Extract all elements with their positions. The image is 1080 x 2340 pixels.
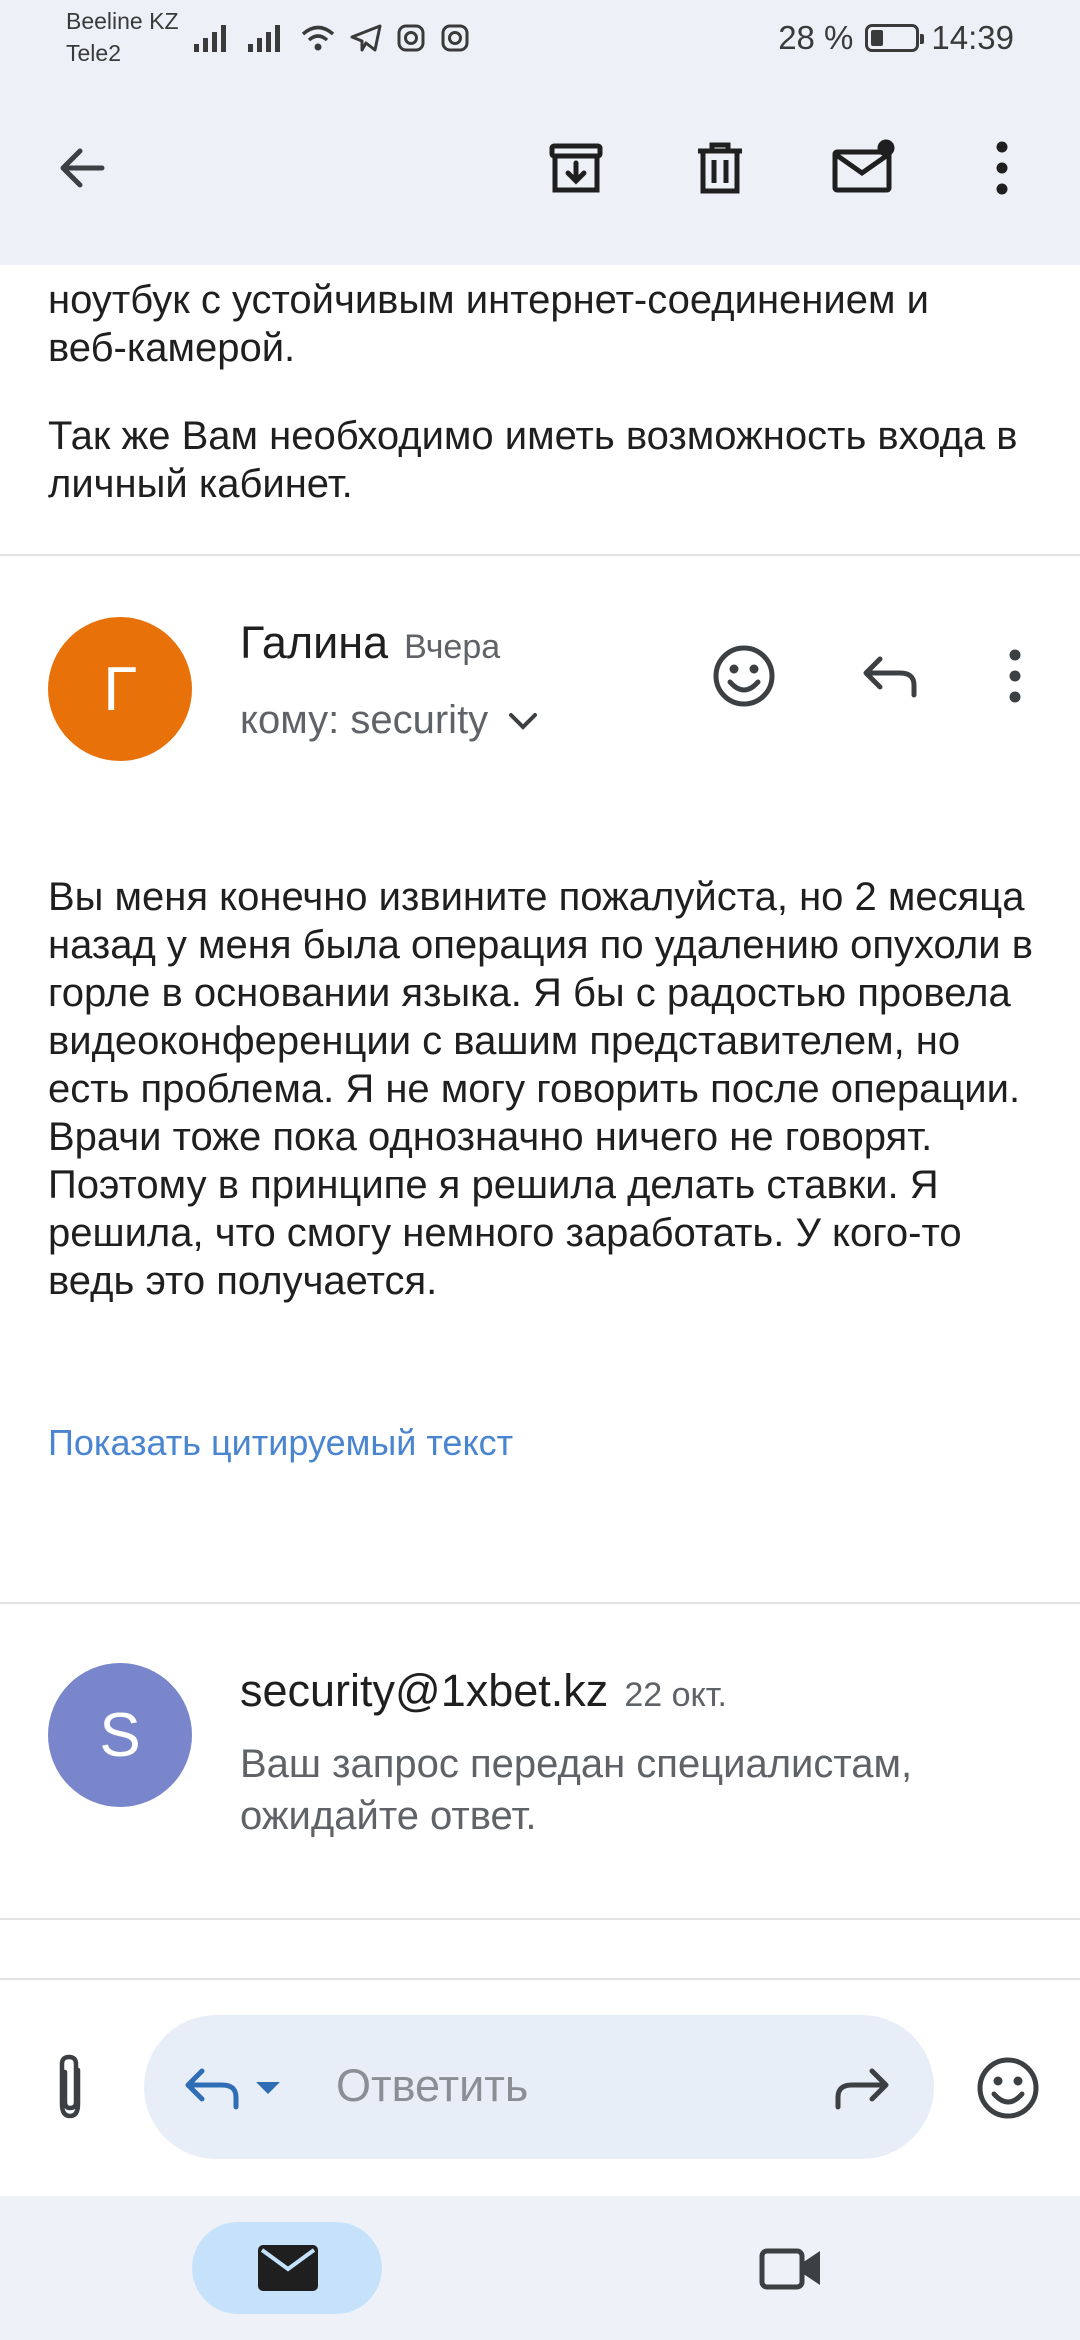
prev-message-paragraph: Так же Вам необходимо иметь возможность …	[48, 414, 1018, 506]
divider	[0, 1978, 1080, 1980]
delete-button[interactable]	[678, 126, 762, 210]
attach-button[interactable]	[36, 2044, 104, 2130]
battery-icon	[865, 24, 925, 52]
divider	[0, 1918, 1080, 1920]
avatar[interactable]: Г	[48, 617, 192, 761]
more-vertical-icon	[996, 141, 1008, 195]
status-icons	[192, 18, 470, 58]
divider	[0, 1602, 1080, 1604]
arrow-left-icon	[60, 148, 105, 188]
back-button[interactable]	[40, 126, 124, 210]
emoji-icon	[713, 645, 775, 707]
prev-message-line: ноутбук с устойчивым интернет-соединение…	[48, 278, 929, 322]
divider	[0, 554, 1080, 556]
react-button[interactable]	[704, 636, 784, 716]
instagram-icon-2	[441, 24, 469, 52]
reply-mode-button[interactable]	[180, 2050, 300, 2126]
message-header: Галина Вчера	[240, 617, 500, 669]
emoji-icon	[977, 2057, 1039, 2119]
message-header[interactable]: security@1xbet.kz 22 окт.	[240, 1665, 727, 1717]
avatar-letter: Г	[103, 654, 137, 724]
forward-button[interactable]	[826, 2052, 902, 2124]
sender-name: security@1xbet.kz	[240, 1665, 609, 1716]
bottom-nav	[0, 2196, 1080, 2340]
archive-icon	[549, 143, 603, 193]
signal-icon-2	[248, 25, 280, 52]
show-quoted-link[interactable]: Показать цитируемый текст	[48, 1422, 513, 1464]
recipient-row[interactable]: кому: security	[240, 698, 540, 743]
reply-button[interactable]	[848, 636, 928, 716]
reply-icon	[185, 2068, 239, 2110]
carrier-1: Beeline KZ	[66, 8, 179, 34]
message-more-button[interactable]	[990, 636, 1040, 716]
clock: 14:39	[931, 19, 1014, 56]
instagram-icon	[397, 24, 425, 52]
battery-text: 28 %	[778, 19, 854, 56]
message-snippet[interactable]: Ваш запрос передан специалистам, ожидайт…	[240, 1738, 1020, 1842]
message-body: Вы меня конечно извините пожалуйста, но …	[48, 875, 1033, 1303]
message-date: 22 окт.	[624, 1676, 727, 1714]
more-vertical-icon	[1009, 649, 1021, 703]
nav-meet[interactable]	[754, 2234, 828, 2302]
emoji-button[interactable]	[966, 2046, 1050, 2130]
recipient-label: кому: security	[240, 698, 489, 742]
wifi-icon	[301, 25, 335, 51]
nav-mail-icon-wrap[interactable]	[256, 2238, 320, 2298]
telegram-icon	[350, 24, 382, 52]
archive-button[interactable]	[534, 126, 618, 210]
signal-icon	[194, 25, 226, 52]
carrier-2: Tele2	[66, 40, 121, 66]
reply-icon	[863, 656, 917, 698]
message-date: Вчера	[404, 628, 501, 666]
mail-icon	[258, 2245, 318, 2291]
more-button[interactable]	[960, 126, 1044, 210]
reply-placeholder[interactable]: Ответить	[336, 2060, 528, 2112]
paperclip-icon	[59, 2054, 81, 2119]
sender-name: Галина	[240, 617, 389, 668]
trash-icon	[698, 142, 742, 194]
avatar-letter: S	[99, 1700, 141, 1770]
forward-icon	[835, 2068, 889, 2110]
caret-down-icon	[256, 2082, 280, 2094]
chevron-down-icon	[509, 712, 538, 730]
mail-unread-icon	[832, 139, 895, 193]
video-camera-icon	[759, 2248, 820, 2290]
mark-unread-button[interactable]	[822, 126, 906, 210]
status-right: 28 % 14:39	[778, 18, 1014, 58]
avatar[interactable]: S	[48, 1663, 192, 1807]
prev-message-line-2: веб-камерой.	[48, 326, 296, 370]
